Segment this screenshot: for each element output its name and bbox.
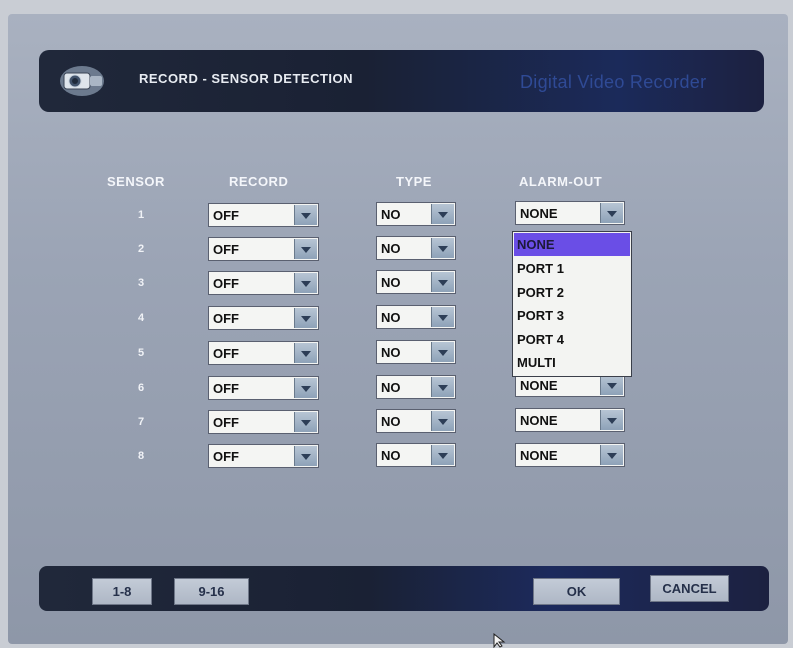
menu-item-multi[interactable]: MULTI [514, 351, 630, 374]
brand-text: Digital Video Recorder [520, 72, 707, 92]
alarm-out-dropdown[interactable]: NONE [515, 408, 625, 432]
column-header-sensor: SENSOR [107, 174, 165, 189]
record-value: OFF [213, 449, 239, 464]
type-value: NO [381, 448, 401, 463]
sensor-number: 6 [137, 382, 145, 394]
camera-logo-icon [60, 66, 104, 96]
type-dropdown[interactable]: NO [376, 375, 456, 399]
type-dropdown[interactable]: NO [376, 305, 456, 329]
page-9-16-button[interactable]: 9-16 [174, 578, 249, 605]
type-dropdown[interactable]: NO [376, 409, 456, 433]
alarm-out-value: NONE [520, 378, 558, 393]
chevron-down-icon[interactable] [431, 307, 454, 327]
sensor-number: 2 [137, 243, 145, 255]
chevron-down-icon[interactable] [600, 203, 623, 223]
cancel-button[interactable]: CANCEL [650, 575, 729, 602]
alarm-out-menu: NONE PORT 1 PORT 2 PORT 3 PORT 4 MULTI [512, 231, 632, 377]
page-title: RECORD - SENSOR DETECTION [139, 71, 354, 86]
type-value: NO [381, 414, 401, 429]
record-value: OFF [213, 208, 239, 223]
record-dropdown[interactable]: OFF [208, 410, 319, 434]
record-dropdown[interactable]: OFF [208, 271, 319, 295]
record-dropdown[interactable]: OFF [208, 306, 319, 330]
sensor-number: 8 [137, 450, 145, 462]
alarm-out-value: NONE [520, 448, 558, 463]
chevron-down-icon[interactable] [294, 378, 317, 398]
chevron-down-icon[interactable] [294, 239, 317, 259]
chevron-down-icon[interactable] [600, 445, 623, 465]
column-header-alarm-out: ALARM-OUT [519, 174, 603, 189]
sensor-number: 7 [137, 416, 145, 428]
ok-button[interactable]: OK [533, 578, 620, 605]
menu-item-port-4[interactable]: PORT 4 [514, 328, 630, 351]
record-value: OFF [213, 276, 239, 291]
menu-item-port-1[interactable]: PORT 1 [514, 257, 630, 280]
type-dropdown[interactable]: NO [376, 340, 456, 364]
chevron-down-icon[interactable] [294, 273, 317, 293]
chevron-down-icon[interactable] [431, 204, 454, 224]
type-value: NO [381, 310, 401, 325]
alarm-out-dropdown[interactable]: NONE [515, 443, 625, 467]
column-header-type: TYPE [396, 174, 432, 189]
chevron-down-icon[interactable] [431, 238, 454, 258]
menu-item-port-3[interactable]: PORT 3 [514, 304, 630, 327]
chevron-down-icon[interactable] [294, 308, 317, 328]
chevron-down-icon[interactable] [294, 205, 317, 225]
menu-item-port-2[interactable]: PORT 2 [514, 281, 630, 304]
type-value: NO [381, 345, 401, 360]
record-dropdown[interactable]: OFF [208, 237, 319, 261]
record-value: OFF [213, 311, 239, 326]
type-value: NO [381, 275, 401, 290]
alarm-out-dropdown[interactable]: NONE [515, 201, 625, 225]
chevron-down-icon[interactable] [431, 411, 454, 431]
chevron-down-icon[interactable] [600, 410, 623, 430]
type-dropdown[interactable]: NO [376, 202, 456, 226]
column-header-record: RECORD [229, 174, 289, 189]
sensor-number: 1 [137, 209, 145, 221]
record-dropdown[interactable]: OFF [208, 376, 319, 400]
chevron-down-icon[interactable] [431, 445, 454, 465]
page-1-8-button[interactable]: 1-8 [92, 578, 152, 605]
record-value: OFF [213, 242, 239, 257]
sensor-number: 5 [137, 347, 145, 359]
mouse-cursor-icon [493, 633, 506, 648]
menu-item-none[interactable]: NONE [514, 233, 630, 256]
type-dropdown[interactable]: NO [376, 236, 456, 260]
record-value: OFF [213, 381, 239, 396]
type-dropdown[interactable]: NO [376, 443, 456, 467]
record-value: OFF [213, 346, 239, 361]
alarm-out-value: NONE [520, 413, 558, 428]
sensor-number: 4 [137, 312, 145, 324]
alarm-out-value: NONE [520, 206, 558, 221]
chevron-down-icon[interactable] [431, 272, 454, 292]
chevron-down-icon[interactable] [294, 446, 317, 466]
chevron-down-icon[interactable] [294, 343, 317, 363]
type-value: NO [381, 241, 401, 256]
chevron-down-icon[interactable] [431, 377, 454, 397]
sensor-number: 3 [137, 277, 145, 289]
chevron-down-icon[interactable] [294, 412, 317, 432]
record-dropdown[interactable]: OFF [208, 444, 319, 468]
type-value: NO [381, 207, 401, 222]
type-dropdown[interactable]: NO [376, 270, 456, 294]
chevron-down-icon[interactable] [431, 342, 454, 362]
record-value: OFF [213, 415, 239, 430]
type-value: NO [381, 380, 401, 395]
chevron-down-icon[interactable] [600, 375, 623, 395]
record-dropdown[interactable]: OFF [208, 341, 319, 365]
record-dropdown[interactable]: OFF [208, 203, 319, 227]
